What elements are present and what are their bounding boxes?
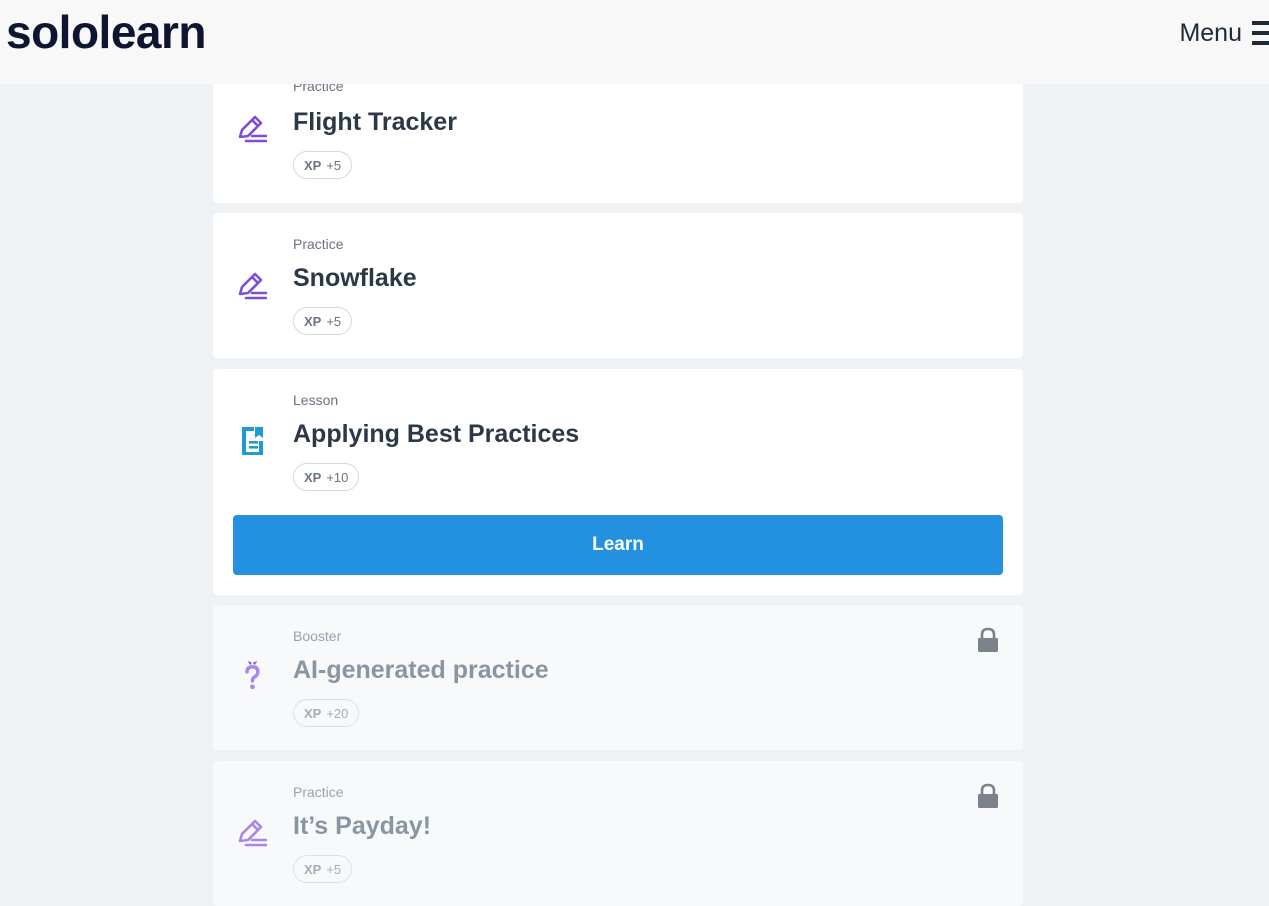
practice-card-snowflake[interactable]: Practice Snowflake XP +5 <box>213 213 1023 358</box>
xp-value: +10 <box>326 469 349 485</box>
xp-label: XP <box>304 469 322 485</box>
card-title: Applying Best Practices <box>293 420 580 448</box>
card-title: AI-generated practice <box>293 656 549 684</box>
booster-card-ai-generated-practice[interactable]: Booster AI-generated practice XP +20 <box>213 605 1023 750</box>
card-type-label: Booster <box>293 628 342 644</box>
pencil-practice-icon <box>238 819 267 847</box>
pencil-practice-icon <box>238 115 267 143</box>
menu-button[interactable]: Menu <box>1179 18 1269 48</box>
question-mark-icon <box>245 661 260 690</box>
lock-icon <box>978 783 998 808</box>
lock-icon <box>978 627 998 652</box>
lesson-card-applying-best-practices[interactable]: Lesson Applying Best Practices XP +10 Le… <box>213 369 1023 595</box>
xp-label: XP <box>304 157 322 173</box>
hamburger-icon <box>1252 21 1269 45</box>
xp-badge: XP +5 <box>293 855 353 883</box>
card-type-label: Lesson <box>293 392 339 408</box>
xp-value: +20 <box>326 705 349 721</box>
top-header: sololearn Menu <box>0 0 1269 84</box>
xp-badge: XP +10 <box>293 463 360 491</box>
card-title: It’s Payday! <box>293 812 432 840</box>
xp-value: +5 <box>326 861 342 877</box>
xp-value: +5 <box>326 157 342 173</box>
xp-value: +5 <box>326 313 342 329</box>
xp-label: XP <box>304 861 322 877</box>
xp-label: XP <box>304 313 322 329</box>
xp-badge: XP +5 <box>293 151 353 179</box>
sololearn-logo[interactable]: sololearn <box>6 2 207 62</box>
pencil-practice-icon <box>238 272 267 300</box>
xp-badge: XP +20 <box>293 699 360 727</box>
menu-label: Menu <box>1179 19 1242 47</box>
learn-button[interactable]: Learn <box>233 515 1003 575</box>
card-title: Flight Tracker <box>293 108 457 136</box>
card-type-label: Practice <box>293 236 344 252</box>
xp-label: XP <box>304 705 322 721</box>
xp-badge: XP +5 <box>293 307 353 335</box>
card-type-label: Practice <box>293 784 344 800</box>
card-title: Snowflake <box>293 264 417 292</box>
lesson-document-icon <box>242 427 263 455</box>
practice-card-its-payday[interactable]: Practice It’s Payday! XP +5 <box>213 761 1023 906</box>
